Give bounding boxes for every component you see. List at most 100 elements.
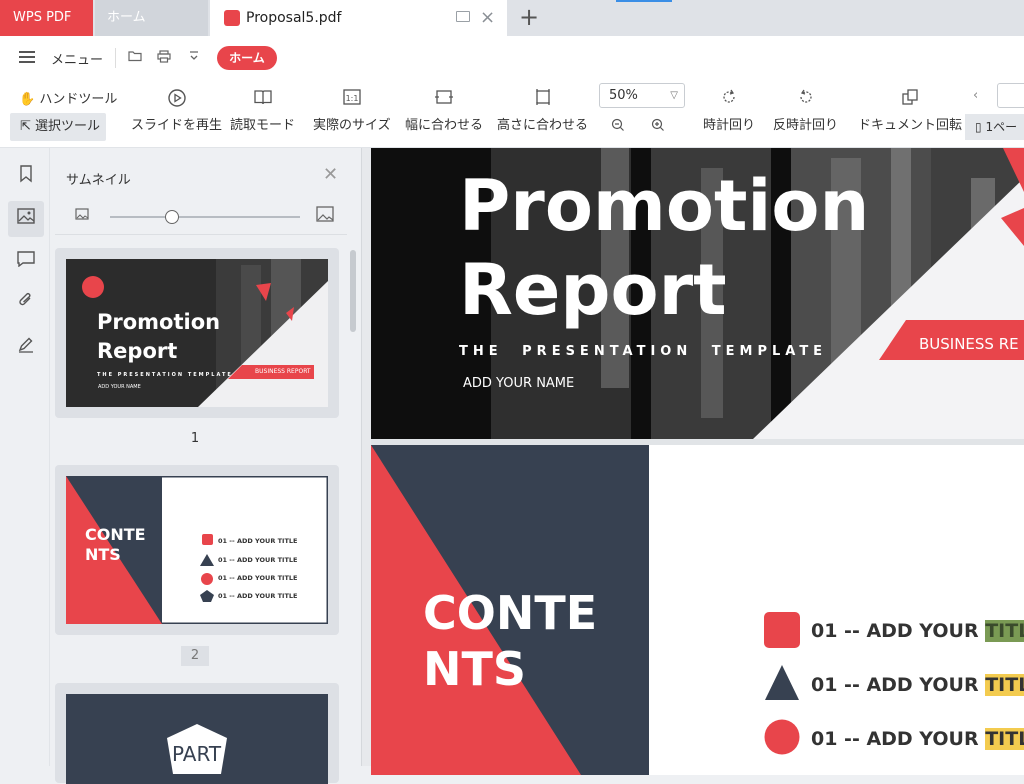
thumbnail-page-1[interactable]: Promotion Report THE PRESENTATION TEMPLA… — [55, 248, 339, 418]
comment-icon[interactable] — [8, 244, 44, 280]
actual-size-button[interactable]: 1:1 実際のサイズ — [313, 88, 391, 133]
page-2-heading: CONTE NTS — [85, 525, 146, 565]
select-tool-button[interactable]: ⇱ 選択ツール — [10, 113, 106, 141]
signature-icon[interactable] — [8, 330, 44, 366]
fit-height-label: 高さに合わせる — [497, 118, 589, 133]
page-2-heading-line2: NTS — [85, 545, 121, 564]
chevron-down-icon: ▽ — [670, 90, 678, 101]
chevron-left-icon[interactable]: ‹ — [973, 88, 978, 103]
zoom-value: 50% — [609, 88, 638, 103]
folder-icon[interactable] — [128, 50, 142, 66]
thumbnail-page-number: 2 — [181, 646, 209, 666]
play-circle-icon — [131, 88, 222, 108]
page-3-label: PART — [172, 742, 222, 766]
slide-2-item-text: 01 -- ADD YOUR — [811, 728, 986, 750]
hand-tool-button[interactable]: ✋ ハンドツール — [19, 88, 117, 107]
slide-2-item-highlight: TITL — [985, 674, 1024, 696]
rotate-ccw-icon — [773, 88, 838, 108]
home-ribbon-tab[interactable]: ホーム — [217, 46, 277, 70]
slide-2-item-highlight: TITL — [985, 620, 1024, 642]
page-icon: ▯ — [975, 120, 982, 134]
thumbnail-icon[interactable] — [8, 201, 44, 237]
panel-scrollbar[interactable] — [350, 250, 356, 332]
fit-width-button[interactable]: 幅に合わせる — [405, 88, 483, 133]
page-view-label: 1ペー — [985, 120, 1018, 134]
divider — [115, 48, 116, 68]
page-3-preview — [66, 694, 328, 784]
new-tab-button[interactable]: + — [516, 0, 542, 36]
hamburger-icon[interactable] — [19, 51, 35, 63]
panel-title: サムネイル — [66, 173, 131, 188]
panel-divider[interactable] — [361, 148, 371, 766]
slideshow-button[interactable]: スライドを再生 — [131, 88, 222, 133]
slideshow-label: スライドを再生 — [131, 118, 223, 133]
actual-size-icon: 1:1 — [313, 88, 391, 108]
fit-height-button[interactable]: 高さに合わせる — [497, 88, 588, 133]
thumbnail-page-number: 1 — [190, 431, 200, 446]
pdf-file-icon — [224, 10, 240, 26]
document-rotate-label: ドキュメント回転 — [858, 118, 963, 133]
close-tab-icon[interactable]: × — [480, 0, 495, 36]
slide-2: CONTE NTS 01 -- ADD YOUR TITL 01 -- ADD … — [371, 445, 1024, 775]
page-view-button[interactable]: ▯ 1ペー — [965, 114, 1024, 140]
toolbar: ✋ ハンドツール ⇱ 選択ツール スライドを再生 読取モード 1:1 実際のサイ… — [0, 80, 1024, 148]
thumbnail-size-slider[interactable] — [110, 216, 300, 218]
hand-icon: ✋ — [19, 92, 36, 107]
read-mode-button[interactable]: 読取モード — [230, 88, 295, 133]
slide-2-item-text: 01 -- ADD YOUR — [811, 674, 986, 696]
page-1-title: Promotion Report — [97, 308, 220, 366]
thumbnail-page-2[interactable]: CONTE NTS 01 -- ADD YOUR TITLE 01 -- ADD… — [55, 465, 339, 635]
slide-2-item: 01 -- ADD YOUR TITL — [811, 728, 1024, 750]
document-rotate-icon — [858, 88, 962, 108]
close-icon[interactable]: ✕ — [323, 164, 338, 185]
rotate-cw-icon — [703, 88, 755, 108]
page-1-name: ADD YOUR NAME — [98, 384, 141, 390]
document-view[interactable]: Promotion Report THE PRESENTATION TEMPLA… — [371, 148, 1024, 775]
zoom-select[interactable]: 50% ▽ — [599, 83, 685, 108]
slide-2-item: 01 -- ADD YOUR TITL — [811, 620, 1024, 642]
tab-bar: WPS PDF ホーム Proposal5.pdf × + — [0, 0, 1024, 36]
slider-handle[interactable] — [165, 210, 179, 224]
tab-document[interactable]: Proposal5.pdf × — [210, 0, 507, 36]
attachment-icon[interactable] — [8, 286, 44, 322]
page-2-heading-line1: CONTE — [85, 525, 146, 544]
tab-home[interactable]: ホーム — [95, 0, 208, 36]
rotate-clockwise-button[interactable]: 時計回り — [703, 88, 755, 133]
small-image-icon[interactable] — [75, 208, 89, 224]
page-1-title-line1: Promotion — [97, 310, 221, 334]
read-mode-label: 読取モード — [230, 118, 296, 133]
bookmark-icon[interactable] — [8, 160, 44, 196]
slide-2-heading-line2: NTS — [423, 642, 527, 696]
tab-accent-line — [616, 0, 672, 2]
tab-document-label: Proposal5.pdf — [246, 10, 342, 26]
slide-2-item-text: 01 -- ADD YOUR — [811, 620, 986, 642]
slide-1-name: ADD YOUR NAME — [463, 376, 575, 391]
print-icon[interactable] — [157, 50, 171, 67]
chevron-down-icon[interactable] — [188, 50, 200, 66]
tab-wps-pdf[interactable]: WPS PDF — [0, 0, 93, 36]
fit-width-icon — [405, 88, 483, 108]
thumbnail-panel: サムネイル ✕ Promotion Report THE PRESENTATIO… — [51, 148, 361, 784]
slide-2-item-highlight: TITL — [985, 728, 1024, 750]
select-tool-label: 選択ツール — [35, 119, 101, 134]
document-rotate-button[interactable]: ドキュメント回転 — [858, 88, 962, 133]
fit-width-label: 幅に合わせる — [405, 118, 484, 133]
page-number-input[interactable] — [997, 83, 1024, 108]
slide-1-badge: BUSINESS RE — [919, 335, 1019, 353]
rotate-counterclockwise-button[interactable]: 反時計回り — [773, 88, 838, 133]
large-image-icon[interactable] — [316, 206, 334, 226]
page-1-badge: BUSINESS REPORT — [255, 368, 311, 375]
menu-label[interactable]: メニュー — [51, 49, 103, 68]
cursor-icon: ⇱ — [20, 119, 31, 134]
page-2-item: 01 -- ADD YOUR TITLE — [218, 556, 298, 564]
zoom-in-icon[interactable] — [651, 118, 665, 136]
zoom-out-icon[interactable] — [611, 118, 625, 136]
thumbnail-page-3[interactable]: PART — [55, 683, 339, 784]
left-rail — [0, 148, 50, 766]
menu-row: メニュー ホーム — [0, 36, 1024, 80]
page-2-item: 01 -- ADD YOUR TITLE — [218, 592, 298, 600]
page-2-item: 01 -- ADD YOUR TITLE — [218, 574, 298, 582]
slide-1-title-line2: Report — [459, 249, 727, 331]
hand-tool-label: ハンドツール — [39, 92, 118, 107]
monitor-icon[interactable] — [456, 11, 470, 22]
